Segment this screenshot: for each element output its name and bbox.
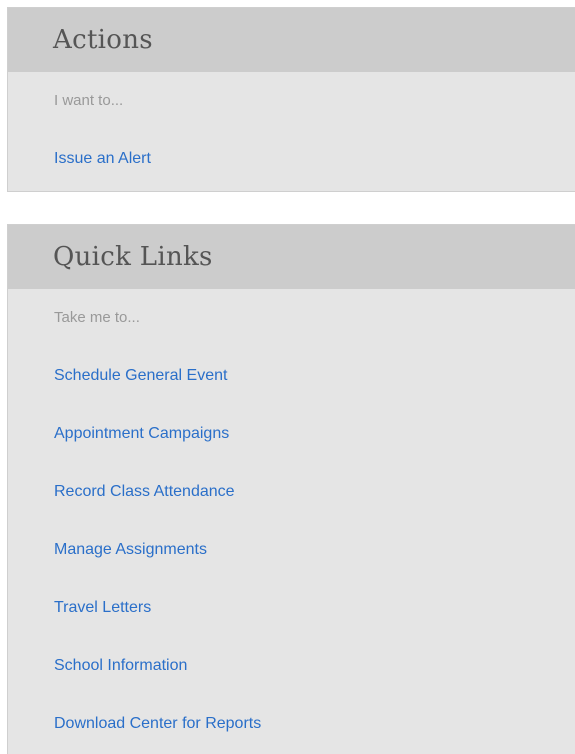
quick-links-header: Quick Links (8, 225, 575, 289)
quick-links-panel: Quick Links Take me to... Schedule Gener… (7, 224, 575, 754)
download-center-for-reports-link[interactable]: Download Center for Reports (54, 715, 261, 732)
record-class-attendance-link[interactable]: Record Class Attendance (54, 483, 235, 500)
actions-prompt: I want to... (54, 92, 124, 109)
actions-link-list: Issue an Alert (54, 149, 575, 169)
list-item: Travel Letters (54, 598, 575, 618)
list-item: Record Class Attendance (54, 482, 575, 502)
list-item: Appointment Campaigns (54, 424, 575, 444)
actions-title: Actions (53, 25, 153, 55)
actions-link-item: Issue an Alert (54, 149, 575, 169)
appointment-campaigns-link[interactable]: Appointment Campaigns (54, 425, 229, 442)
list-item: School Information (54, 656, 575, 676)
travel-letters-link[interactable]: Travel Letters (54, 599, 151, 616)
manage-assignments-link[interactable]: Manage Assignments (54, 541, 207, 558)
actions-panel: Actions I want to... Issue an Alert (7, 7, 575, 192)
issue-alert-link[interactable]: Issue an Alert (54, 150, 151, 167)
school-information-link[interactable]: School Information (54, 657, 187, 674)
actions-body: I want to... Issue an Alert (8, 72, 575, 169)
quick-links-body: Take me to... Schedule General Event App… (8, 289, 575, 734)
actions-header: Actions (8, 8, 575, 72)
quick-links-title: Quick Links (53, 242, 213, 272)
schedule-general-event-link[interactable]: Schedule General Event (54, 367, 227, 384)
quick-links-list: Schedule General Event Appointment Campa… (54, 366, 575, 734)
quick-links-prompt: Take me to... (54, 309, 140, 326)
list-item: Schedule General Event (54, 366, 575, 386)
list-item: Manage Assignments (54, 540, 575, 560)
list-item: Download Center for Reports (54, 714, 575, 734)
